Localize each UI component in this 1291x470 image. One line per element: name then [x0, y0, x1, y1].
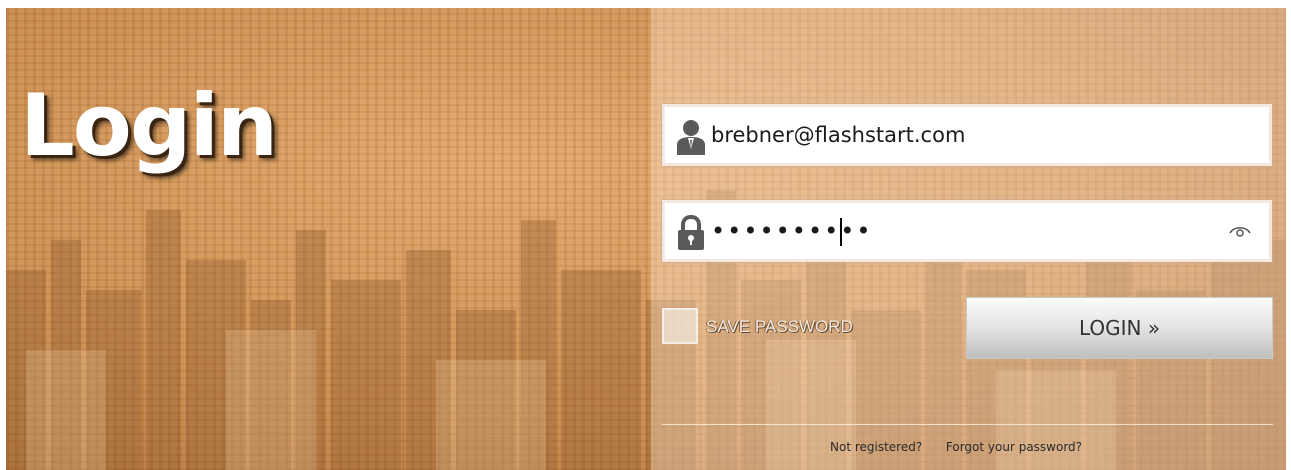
page-title: Login	[20, 76, 278, 176]
footer-links: Not registered? Forgot your password?	[830, 440, 1082, 454]
show-password-icon[interactable]	[1229, 222, 1251, 240]
not-registered-link[interactable]: Not registered?	[830, 440, 922, 454]
email-field[interactable]	[662, 104, 1272, 166]
email-input[interactable]	[711, 107, 1211, 163]
save-password-checkbox[interactable]	[662, 308, 698, 344]
password-field[interactable]	[662, 200, 1272, 262]
lock-icon	[675, 214, 707, 251]
text-caret	[840, 218, 842, 246]
left-panel: Login	[6, 8, 651, 470]
save-password-label[interactable]: SAVE PASSWORD	[706, 317, 853, 337]
user-icon	[675, 119, 707, 155]
login-button[interactable]: LOGIN »	[966, 297, 1273, 359]
password-input[interactable]	[711, 203, 1211, 259]
forgot-password-link[interactable]: Forgot your password?	[946, 440, 1082, 454]
divider	[662, 424, 1273, 425]
